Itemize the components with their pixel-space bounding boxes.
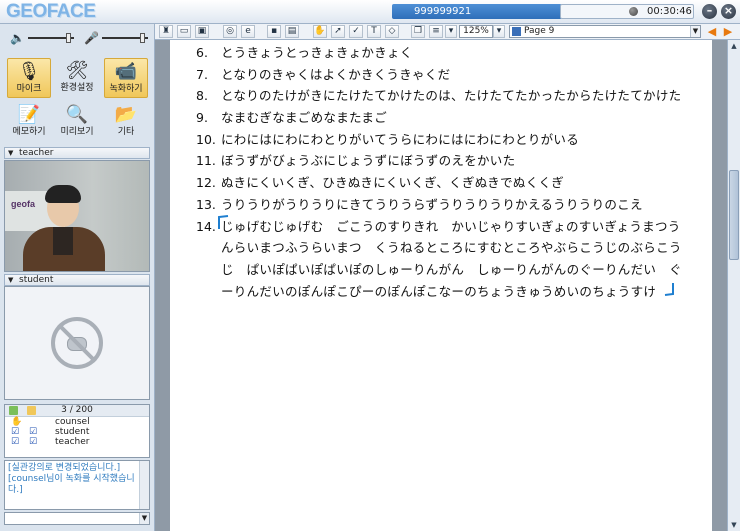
check-icon[interactable]: ☑ [29, 427, 37, 437]
app-logo: GEOFACE [6, 1, 96, 22]
student-panel-header[interactable]: student [4, 274, 150, 286]
teacher-panel-header[interactable]: teacher [4, 147, 150, 159]
mic-small-icon: 🎤 [84, 31, 99, 45]
list-item[interactable]: ☑ ☑ student [5, 427, 149, 437]
zoom-dropdown-icon[interactable]: ▾ [445, 25, 457, 38]
eraser-icon[interactable]: ◇ [385, 25, 399, 38]
text-line: 13. うりうりがうりうりにきてうりうらずうりうりうりかえるうりうりのこえ [196, 196, 643, 212]
user-count: 3 / 200 [61, 405, 93, 415]
presenter-icon[interactable]: ♜ [159, 25, 173, 38]
memo-button[interactable]: 📝 메모하기 [7, 102, 51, 142]
microphone-icon: 🎙 [17, 61, 41, 82]
preview-icon: 🔍 [65, 104, 89, 125]
text-line: 8. となりのたけがきにたけたてかけたのは、たけたてたかったからたけたてかけた [196, 88, 682, 104]
zoom-level[interactable]: 125% [459, 25, 493, 38]
raise-hand-icon: ✋ [11, 417, 23, 427]
mic-status-icon[interactable] [27, 406, 36, 415]
speaker-volume-knob[interactable] [66, 33, 71, 43]
text-line: 11. ぼうずがびょうぶにじょうずにぼうずのえをかいた [196, 153, 516, 169]
list-item[interactable]: ☑ ☑ teacher [5, 437, 149, 447]
student-video [4, 286, 150, 400]
left-panel: 🔈 🎤 🎙 마이크 🛠 환경설정 📹 녹화하기 📝 메모하기 🔍 미리보기 📂 … [0, 24, 155, 531]
text-line: 10. にわにはにわにわとりがいてうらにわにはにわにわとりがいる [196, 131, 580, 147]
chevron-down-icon[interactable]: ▼ [690, 26, 700, 37]
check-icon[interactable]: ☑ [29, 437, 37, 447]
chevron-down-icon[interactable]: ▼ [139, 513, 149, 524]
pointer-icon[interactable]: ➚ [331, 25, 345, 38]
mic-volume[interactable]: 🎤 [84, 31, 150, 45]
preview-button[interactable]: 🔍 미리보기 [55, 102, 99, 142]
settings-icon: 🛠 [65, 60, 89, 81]
close-button[interactable]: × [721, 4, 736, 19]
page-select-value: Page 9 [524, 26, 555, 36]
hand-tool-icon[interactable]: ✋ [313, 25, 327, 38]
document-scrollbar[interactable]: ▲ ▼ [727, 40, 740, 531]
scroll-up-icon[interactable]: ▲ [728, 40, 740, 52]
audio-status-icon[interactable] [9, 406, 18, 415]
web-browser-icon[interactable]: e [241, 25, 255, 38]
next-page-button[interactable]: ▶ [721, 25, 735, 38]
document-toolbar: ♜ ▭ ▣ ◎ e ▪ ▤ ✋ ➚ ✓ T ◇ ❐ ≡ ▾ 125% ▾ Pag… [155, 24, 740, 40]
text-line-continuation: ーりんだいのぽんぽこぴーのぽんぽこなーのちょうきゅうめいのちょうすけ [221, 283, 657, 299]
bracket-annotation-end [664, 283, 674, 296]
scroll-down-icon[interactable]: ▼ [728, 519, 740, 531]
check-tool-icon[interactable]: ✓ [349, 25, 363, 38]
record-icon: 📹 [114, 61, 138, 82]
list-item[interactable]: ✋ counsel [5, 417, 149, 427]
record-button[interactable]: 📹 녹화하기 [104, 58, 148, 98]
title-bar: GEOFACE 999999921 00:30:46 – × [0, 0, 740, 24]
text-line-continuation: んらいまつふうらいまつ くうねるところにすむところやぶらこうじのぶらこう [221, 240, 682, 256]
screen-capture-icon[interactable]: ◎ [223, 25, 237, 38]
check-icon[interactable]: ☑ [11, 427, 19, 437]
bracket-annotation-start [218, 215, 229, 229]
chat-scrollbar[interactable] [139, 461, 149, 509]
minimize-button[interactable]: – [702, 4, 717, 19]
text-tool-icon[interactable]: T [367, 25, 381, 38]
settings-button[interactable]: 🛠 환경설정 [55, 58, 99, 98]
save-icon[interactable]: ▪ [267, 25, 281, 38]
memo-icon: 📝 [17, 104, 41, 125]
scroll-thumb[interactable] [729, 170, 739, 260]
text-line: 14. じゅげむじゅげむ ごこうのすりきれ かいじゃりすいぎょのすいぎょうまつう [196, 218, 681, 234]
check-icon[interactable]: ☑ [11, 437, 19, 447]
folder-icon: 📂 [114, 104, 138, 125]
open-folder-icon[interactable]: ▭ [177, 25, 191, 38]
text-line-continuation: じ ぱいぽぱいぽぱいぽのしゅーりんがん しゅーりんがんのぐーりんだい ぐ [221, 261, 682, 277]
teacher-video: geofa [4, 160, 150, 272]
user-list-header: 3 / 200 [5, 405, 149, 417]
session-id-display: 999999921 [392, 4, 562, 19]
chat-log: [실관강의로 변경되었습니다.] [counsel님이 녹화를 시작했습니다.] [4, 460, 150, 510]
elapsed-timer: 00:30:46 [560, 4, 694, 19]
clock-icon [629, 7, 638, 16]
elapsed-time: 00:30:46 [647, 6, 692, 17]
document-text: 6. とうきょうとっきょきょかきょく 7. となりのきゃくはよくかきくうきゃくだ 8… [196, 42, 682, 302]
chat-message: [실관강의로 변경되었습니다.] [8, 463, 121, 473]
page-select[interactable]: Page 9 ▼ [509, 25, 701, 38]
etc-button[interactable]: 📂 기타 [104, 102, 148, 142]
text-line: 6. とうきょうとっきょきょかきょく [196, 45, 413, 60]
speaker-icon: 🔈 [10, 31, 25, 45]
text-line: 7. となりのきゃくはよくかきくうきゃくだ [196, 66, 451, 82]
no-camera-icon [51, 317, 103, 369]
text-line: 9. なまむぎなまごめなまたまご [196, 110, 388, 126]
mic-button[interactable]: 🎙 마이크 [7, 58, 51, 98]
mic-volume-knob[interactable] [140, 33, 145, 43]
copy-icon[interactable]: ❐ [411, 25, 425, 38]
add-folder-icon[interactable]: ▣ [195, 25, 209, 38]
chat-input[interactable]: ▼ [4, 512, 150, 525]
print-icon[interactable]: ▤ [285, 25, 299, 38]
user-list: 3 / 200 ✋ counsel ☑ ☑ student ☑ ☑ teache… [4, 404, 150, 458]
zoom-spin-icon[interactable]: ▾ [493, 25, 505, 38]
prev-page-button[interactable]: ◀ [705, 25, 719, 38]
line-width-icon[interactable]: ≡ [429, 25, 443, 38]
speaker-volume[interactable]: 🔈 [10, 31, 76, 45]
page-icon [512, 27, 521, 36]
text-line: 12. ぬきにくいくぎ、ひきぬきにくいくぎ、くぎぬきでぬくくぎ [196, 175, 565, 191]
chat-message: [counsel님이 녹화를 시작했습니다.] [8, 474, 135, 495]
